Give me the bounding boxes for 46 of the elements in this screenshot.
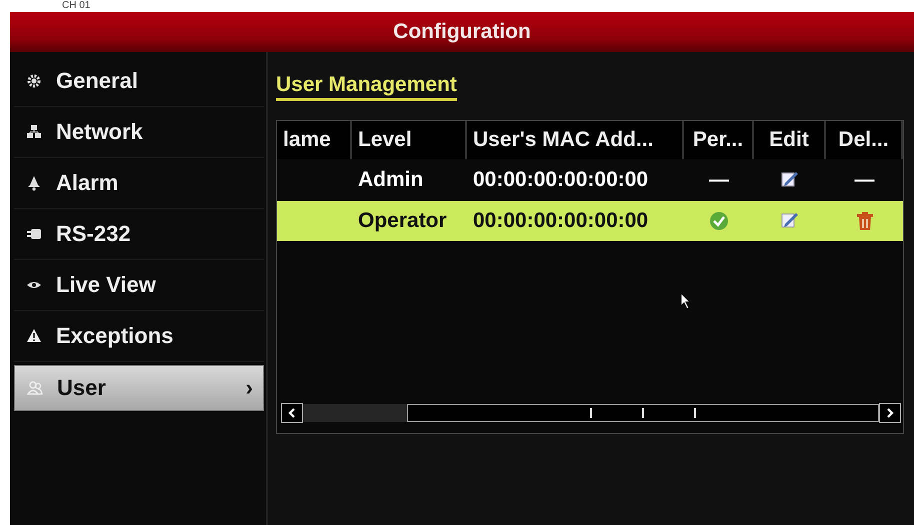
plug-icon xyxy=(26,226,42,242)
left-chevron-icon xyxy=(287,408,297,418)
warning-icon xyxy=(26,328,42,344)
sidebar-label: Network xyxy=(56,119,144,145)
table-row[interactable]: Operator 00:00:00:00:00:00 xyxy=(277,201,903,241)
sidebar-label: Live View xyxy=(56,272,157,298)
section-title: User Management xyxy=(276,73,457,101)
right-chevron-icon xyxy=(885,408,895,418)
network-icon xyxy=(26,124,42,140)
empty-mark: — xyxy=(709,168,729,192)
column-header[interactable]: lame xyxy=(277,121,352,159)
scroll-right-button[interactable] xyxy=(879,403,901,423)
sidebar-item[interactable]: General xyxy=(14,56,264,107)
table-row[interactable]: Admin 00:00:00:00:00:00 — — xyxy=(277,160,903,200)
trash-icon[interactable] xyxy=(854,211,874,231)
sidebar-label: General xyxy=(56,68,139,94)
column-header[interactable]: User's MAC Add... xyxy=(467,121,684,159)
check-icon xyxy=(709,211,729,231)
sidebar-label: Exceptions xyxy=(56,323,174,349)
users-icon xyxy=(27,380,43,396)
sidebar-item[interactable]: Exceptions xyxy=(14,311,264,362)
bell-icon xyxy=(26,175,42,191)
sidebar-label: RS-232 xyxy=(56,221,132,247)
chevron-icon: › xyxy=(246,375,253,401)
column-header[interactable]: Del... xyxy=(826,121,903,159)
column-header[interactable]: Level xyxy=(352,121,467,159)
sidebar-label: User xyxy=(57,375,107,401)
channel-label: CH 01 xyxy=(62,0,90,11)
sidebar-item[interactable]: Alarm xyxy=(14,158,264,209)
table-cell-text: 00:00:00:00:00:00 xyxy=(472,167,650,193)
empty-mark: — xyxy=(854,168,874,192)
sidebar-label: Alarm xyxy=(56,170,120,196)
sidebar-item[interactable]: Network xyxy=(14,107,264,158)
column-header[interactable]: Edit xyxy=(754,121,826,159)
column-header[interactable]: Per... xyxy=(684,121,754,159)
scroll-left-button[interactable] xyxy=(281,403,303,423)
table-cell-text: Operator xyxy=(357,208,448,234)
table-cell-text: 00:00:00:00:00:00 xyxy=(472,208,650,234)
window-title: Configuration xyxy=(393,20,531,44)
sidebar-item[interactable]: RS-232 xyxy=(14,209,264,260)
gear-icon xyxy=(26,73,42,89)
table-cell-text: Admin xyxy=(357,167,424,193)
mouse-cursor-icon xyxy=(680,292,692,310)
scrollbar-thumb[interactable] xyxy=(303,404,407,422)
sidebar-item[interactable]: User › xyxy=(14,365,264,411)
sidebar-item[interactable]: Live View xyxy=(14,260,264,311)
